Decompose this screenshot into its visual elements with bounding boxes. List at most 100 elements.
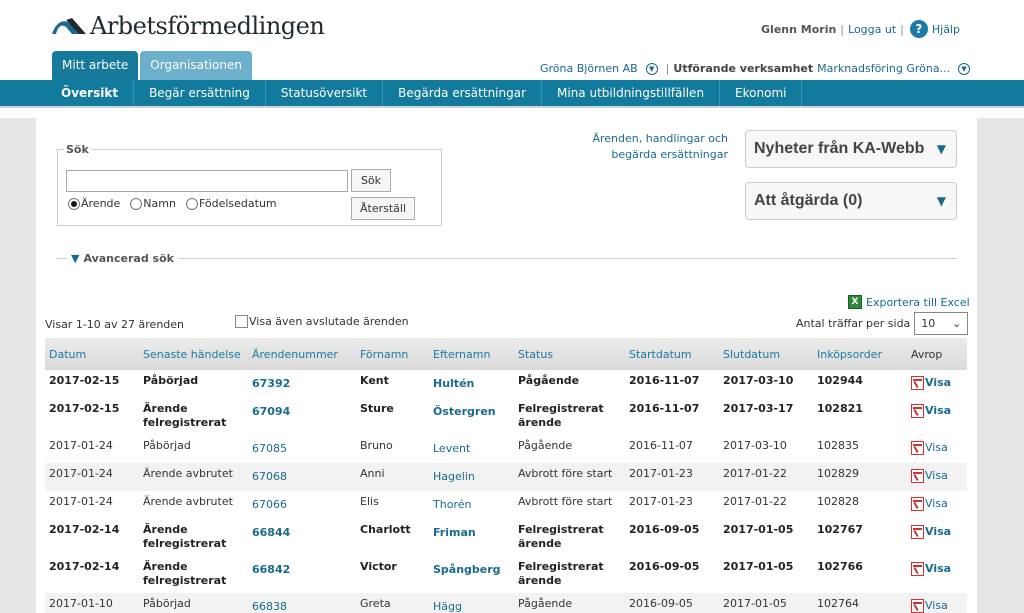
cell-datum: 2017-01-24 [45,463,139,491]
view-pdf-link[interactable]: Visa [911,404,951,418]
radio-button[interactable] [130,197,143,210]
help-link[interactable]: Hjälp [932,23,960,36]
nav-oversikt[interactable]: Översikt [46,80,135,106]
cell-status: Felregistrerat ärende [514,398,625,435]
cell-efternamn-link[interactable]: Hagelin [433,470,475,484]
cell-fornamn-text: Victor [360,560,397,573]
cell-datum: 2017-02-15 [45,398,139,435]
radio-fodelsedatum[interactable]: Födelsedatum [185,197,277,210]
logout-link[interactable]: Logga ut [848,23,896,36]
cell-arendenummer-link[interactable]: 66844 [252,526,290,540]
cell-efternamn: Levent [429,435,514,463]
cell-efternamn-link[interactable]: Levent [433,442,470,456]
table-row[interactable]: 2017-02-14 Ärende felregistrerat 66844 Char… [45,519,967,556]
nav-begarda-ersattningar[interactable]: Begärda ersättningar [383,80,543,106]
separator: | [900,22,904,36]
search-legend: Sök [66,143,89,156]
logo[interactable]: Arbetsförmedlingen [52,12,325,40]
chevron-down-icon[interactable]: ▼ [645,62,658,75]
col-senaste-handelse[interactable]: Senaste händelse [139,338,248,370]
table-row[interactable]: 2017-01-24 Påbörjad 67085 Bruno Levent Pågåen… [45,435,967,463]
cell-arendenummer-link[interactable]: 67085 [252,442,287,456]
per-page-select[interactable]: 10 ⌄ [914,312,969,335]
help-icon[interactable]: ? [909,20,928,38]
cell-slutdatum: 2017-03-10 [719,435,813,463]
advanced-search-toggle[interactable]: ▼ Avancerad sök [57,252,957,265]
tab-organisationen[interactable]: Organisationen [140,51,252,80]
cell-efternamn-link[interactable]: Hägg [433,600,462,613]
cell-arendenummer-link[interactable]: 66838 [252,600,287,613]
todo-panel[interactable]: Att åtgärda (0) ▼ [745,182,957,220]
radio-label: Ärende [81,197,121,210]
tab-mitt-arbete[interactable]: Mitt arbete [52,51,139,80]
view-pdf-link[interactable]: Visa [911,441,948,455]
chevron-down-icon: ▼ [936,142,946,156]
view-pdf-link[interactable]: Visa [911,562,951,576]
cell-inkopsorder-text: 102766 [817,560,863,573]
cell-senaste-handelse: Ärende felregistrerat [139,398,248,435]
cell-datum-text: 2017-01-24 [49,495,113,508]
organization-selector[interactable]: Gröna Björnen AB [540,62,638,75]
cell-datum-text: 2017-01-24 [49,467,113,480]
cases-table: Datum Senaste händelse Ärendenummer Förn… [45,338,967,613]
unit-selector[interactable]: Marknadsföring Gröna... [817,62,950,75]
col-efternamn[interactable]: Efternamn [429,338,514,370]
table-row[interactable]: 2017-02-14 Ärende felregistrerat 66842 Vict… [45,556,967,593]
cell-efternamn-link[interactable]: Spångberg [433,563,501,577]
cell-arendenummer-link[interactable]: 66842 [252,563,290,577]
col-slutdatum[interactable]: Slutdatum [719,338,813,370]
search-type-radios: Ärende Namn Födelsedatum [68,197,277,210]
table-row[interactable]: 2017-01-10 Påbörjad 66838 Greta Hägg Pågående… [45,593,967,613]
cases-documents-link[interactable]: Ärenden, handlingar och begärda ersättni… [548,131,728,163]
cell-efternamn-link[interactable]: Östergren [433,405,496,419]
nav-begar-ersattning[interactable]: Begär ersättning [134,80,266,106]
cell-arendenummer-link[interactable]: 67392 [252,377,290,391]
cell-slutdatum: 2017-03-17 [719,398,813,435]
view-pdf-link[interactable]: Visa [911,497,948,511]
cell-slutdatum-text: 2017-03-17 [723,402,794,415]
table-row[interactable]: 2017-01-24 Ärende avbrutet 67068 Anni Hageli… [45,463,967,491]
nav-ekonomi[interactable]: Ekonomi [720,80,803,106]
news-panel[interactable]: Nyheter från KA-Webb ▼ [745,130,957,168]
cell-efternamn-link[interactable]: Thorén [433,498,471,512]
cell-slutdatum-text: 2017-01-05 [723,560,794,573]
view-pdf-link[interactable]: Visa [911,599,948,613]
reset-button[interactable]: Återställ [351,197,415,220]
export-excel-link[interactable]: X Exportera till Excel [848,295,970,309]
view-pdf-link[interactable]: Visa [911,469,948,483]
search-input[interactable] [66,170,348,192]
view-pdf-link[interactable]: Visa [911,376,951,390]
radio-arende[interactable]: Ärende [68,197,120,210]
cell-senaste-handelse: Påbörjad [139,435,248,463]
col-datum[interactable]: Datum [45,338,139,370]
advanced-search-label[interactable]: ▼ Avancerad sök [67,252,178,265]
radio-button[interactable] [68,197,80,210]
cell-startdatum-text: 2016-09-05 [629,523,700,536]
cell-efternamn-link[interactable]: Hultén [433,377,474,391]
chevron-down-icon[interactable]: ▼ [958,62,971,75]
show-closed-checkbox[interactable]: Visa även avslutade ärenden [235,315,409,328]
nav-mina-utbildningstillfallen[interactable]: Mina utbildningstillfällen [542,80,721,106]
search-button[interactable]: Sök [351,169,391,192]
cell-arendenummer-link[interactable]: 67094 [252,405,290,419]
table-row[interactable]: 2017-01-24 Ärende avbrutet 67066 Elis Thorén… [45,491,967,519]
table-row[interactable]: 2017-02-15 Ärende felregistrerat 67094 Stur… [45,398,967,435]
col-arendenummer[interactable]: Ärendenummer [248,338,356,370]
cell-efternamn-link[interactable]: Friman [433,526,476,540]
table-row[interactable]: 2017-02-15 Påbörjad 67392 Kent Hultén Pågåend… [45,370,967,398]
col-startdatum[interactable]: Startdatum [625,338,719,370]
radio-namn[interactable]: Namn [130,197,176,210]
checkbox[interactable] [235,315,248,328]
view-pdf-link[interactable]: Visa [911,525,951,539]
pdf-icon [911,562,924,576]
col-status[interactable]: Status [514,338,625,370]
col-fornamn[interactable]: Förnamn [356,338,429,370]
col-inkopsorder[interactable]: Inköpsorder [813,338,907,370]
radio-button[interactable] [185,197,198,210]
nav-statusoversikt[interactable]: Statusöversikt [266,80,384,106]
cell-status: Pågående [514,593,625,613]
cell-arendenummer-link[interactable]: 67068 [252,470,287,484]
cell-slutdatum: 2017-01-22 [719,491,813,519]
cell-arendenummer-link[interactable]: 67066 [252,498,287,512]
view-label: Visa [925,562,952,575]
